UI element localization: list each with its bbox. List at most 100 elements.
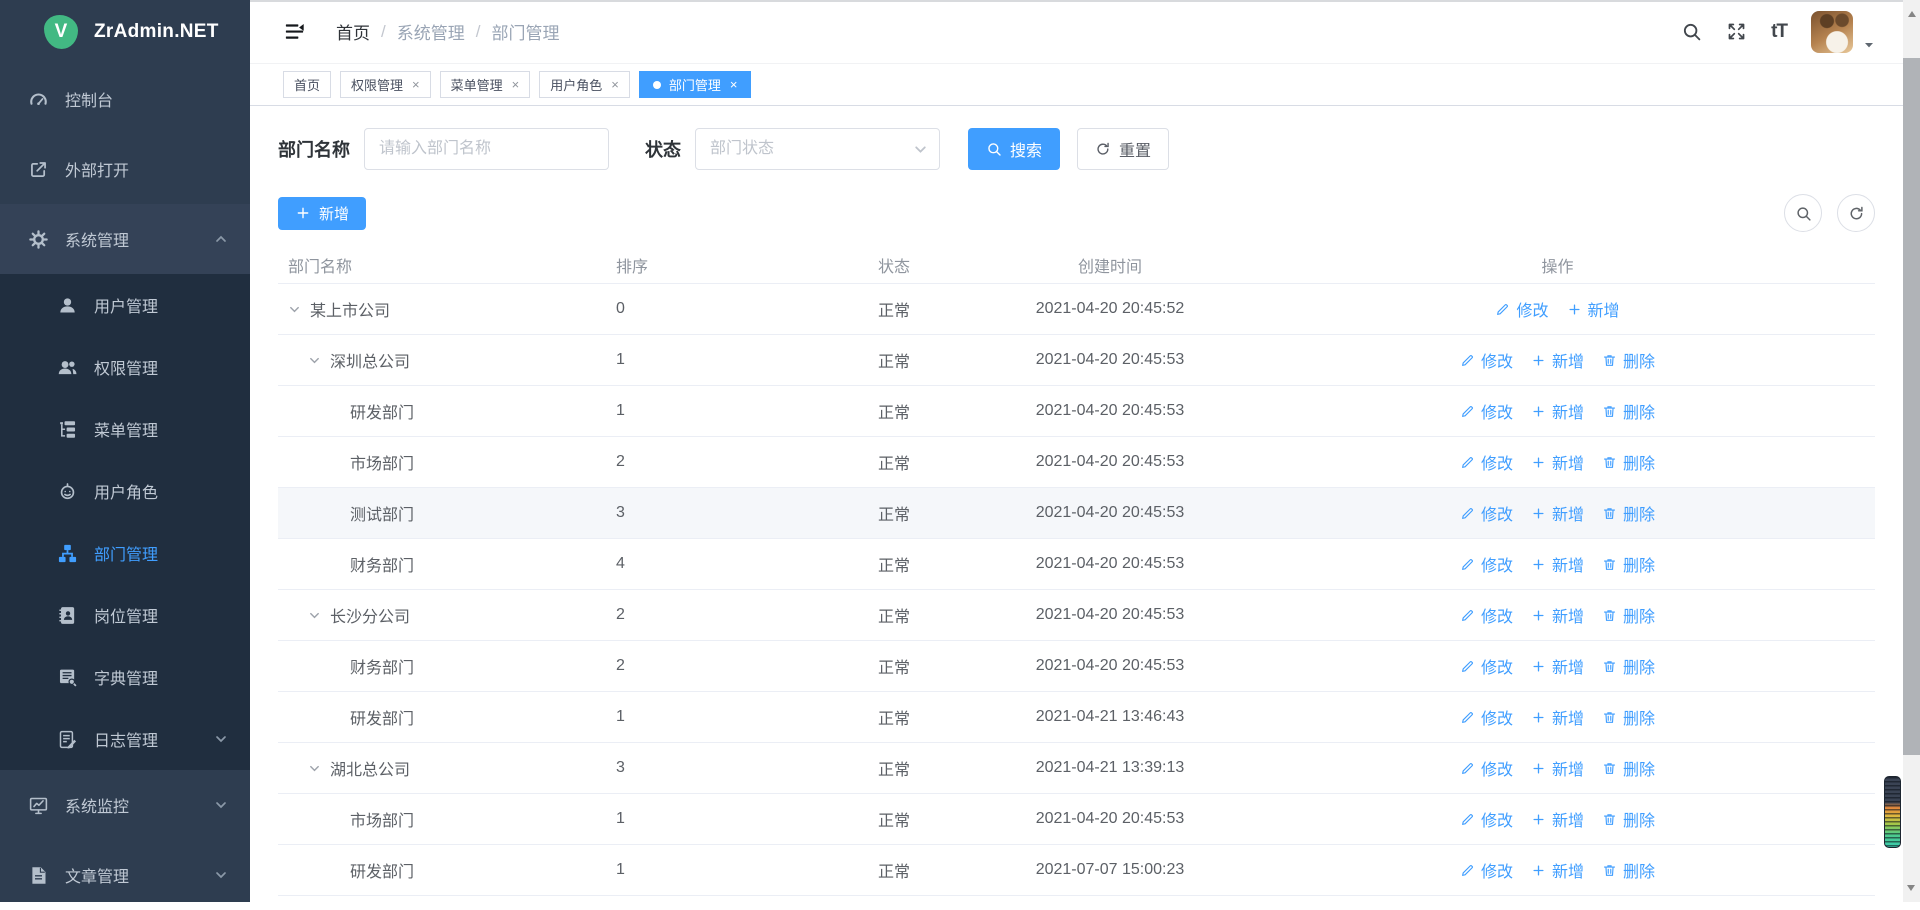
tab-close-icon[interactable]: ×	[730, 78, 738, 91]
add-action-link[interactable]: 新增	[1531, 756, 1584, 780]
sidebar-item-label: 文章管理	[65, 863, 198, 887]
trash-icon	[1602, 761, 1617, 776]
sidebar-item-roles[interactable]: 用户角色	[0, 460, 250, 522]
edit-action-link[interactable]: 修改	[1460, 807, 1513, 831]
tree-expand-arrow-icon[interactable]	[288, 303, 310, 316]
reset-button[interactable]: 重置	[1077, 128, 1169, 170]
sidebar-item-posts[interactable]: 岗位管理	[0, 584, 250, 646]
delete-action-link[interactable]: 删除	[1602, 603, 1655, 627]
fullscreen-icon[interactable]	[1726, 21, 1747, 42]
toggle-search-button[interactable]	[1784, 194, 1822, 232]
edit-icon	[1460, 710, 1475, 725]
sidebar-item-external[interactable]: 外部打开	[0, 134, 250, 204]
vertical-scrollbar[interactable]	[1903, 0, 1920, 902]
brand[interactable]: V ZrAdmin.NET	[0, 0, 250, 64]
delete-action-link[interactable]: 删除	[1602, 858, 1655, 882]
edit-icon	[1460, 608, 1475, 623]
edit-action-link[interactable]: 修改	[1460, 654, 1513, 678]
delete-action-link[interactable]: 删除	[1602, 552, 1655, 576]
breadcrumb-item[interactable]: 系统管理	[397, 19, 465, 44]
sidebar-item-menus[interactable]: 菜单管理	[0, 398, 250, 460]
edit-action-link[interactable]: 修改	[1460, 552, 1513, 576]
edit-action-link[interactable]: 修改	[1460, 348, 1513, 372]
dictionary-icon	[57, 667, 78, 688]
sidebar-item-permissions[interactable]: 权限管理	[0, 336, 250, 398]
edit-action-link[interactable]: 修改	[1460, 501, 1513, 525]
font-size-icon[interactable]: tT	[1771, 21, 1787, 43]
sidebar-item-articles[interactable]: 文章管理	[0, 840, 250, 910]
scrollbar-up-arrow-icon[interactable]	[1908, 7, 1916, 17]
add-action-link[interactable]: 新增	[1531, 399, 1584, 423]
tab-departments[interactable]: 部门管理×	[639, 71, 752, 98]
tree-expand-arrow-icon[interactable]	[308, 354, 330, 367]
tab-close-icon[interactable]: ×	[412, 78, 420, 91]
header-search-icon[interactable]	[1681, 21, 1702, 42]
tab-home[interactable]: 首页	[283, 71, 331, 98]
status-select[interactable]	[695, 128, 940, 170]
edit-action-link[interactable]: 修改	[1495, 297, 1548, 321]
add-action-link[interactable]: 新增	[1531, 603, 1584, 627]
user-avatar[interactable]	[1811, 11, 1853, 53]
tab-close-icon[interactable]: ×	[512, 78, 520, 91]
add-button[interactable]: 新增	[278, 197, 366, 230]
add-action-link[interactable]: 新增	[1567, 297, 1620, 321]
delete-action-link[interactable]: 删除	[1602, 654, 1655, 678]
chevron-up-icon	[214, 232, 228, 246]
tab-menus[interactable]: 菜单管理×	[440, 71, 531, 98]
delete-action-link[interactable]: 删除	[1602, 705, 1655, 729]
action-label: 删除	[1623, 705, 1655, 729]
sidebar-item-departments[interactable]: 部门管理	[0, 522, 250, 584]
delete-action-link[interactable]: 删除	[1602, 756, 1655, 780]
chevron-down-icon	[214, 868, 228, 882]
sidebar-item-dashboard[interactable]: 控制台	[0, 64, 250, 134]
edit-action-link[interactable]: 修改	[1460, 450, 1513, 474]
dept-name: 研发部门	[350, 705, 414, 729]
actions-cell: 修改新增删除	[1240, 654, 1875, 678]
search-button[interactable]: 搜索	[968, 128, 1060, 170]
add-action-link[interactable]: 新增	[1531, 501, 1584, 525]
edit-action-link[interactable]: 修改	[1460, 858, 1513, 882]
delete-action-link[interactable]: 删除	[1602, 399, 1655, 423]
sidebar-item-dictionary[interactable]: 字典管理	[0, 646, 250, 708]
add-action-link[interactable]: 新增	[1531, 705, 1584, 729]
add-action-link[interactable]: 新增	[1531, 858, 1584, 882]
scrollbar-down-arrow-icon[interactable]	[1907, 885, 1915, 895]
action-label: 修改	[1516, 297, 1548, 321]
delete-action-link[interactable]: 删除	[1602, 450, 1655, 474]
avatar-caret-down-icon[interactable]	[1863, 39, 1875, 51]
add-action-link[interactable]: 新增	[1531, 348, 1584, 372]
table-row: 财务部门4正常2021-04-20 20:45:53修改新增删除	[278, 539, 1875, 590]
tab-permissions[interactable]: 权限管理×	[340, 71, 431, 98]
tree-expand-arrow-icon[interactable]	[308, 762, 330, 775]
refresh-table-button[interactable]	[1837, 194, 1875, 232]
action-label: 删除	[1623, 807, 1655, 831]
delete-action-link[interactable]: 删除	[1602, 348, 1655, 372]
tree-expand-arrow-icon[interactable]	[308, 609, 330, 622]
edit-action-link[interactable]: 修改	[1460, 603, 1513, 627]
tab-roles[interactable]: 用户角色×	[539, 71, 630, 98]
status-cell: 正常	[868, 858, 980, 882]
add-action-link[interactable]: 新增	[1531, 807, 1584, 831]
delete-action-link[interactable]: 删除	[1602, 807, 1655, 831]
status-cell: 正常	[868, 756, 980, 780]
sidebar-item-logs[interactable]: 日志管理	[0, 708, 250, 770]
sidebar-item-users[interactable]: 用户管理	[0, 274, 250, 336]
trash-icon	[1602, 404, 1617, 419]
edit-action-link[interactable]: 修改	[1460, 756, 1513, 780]
scrollbar-thumb[interactable]	[1903, 58, 1920, 755]
status-select-input[interactable]	[695, 128, 940, 170]
action-label: 修改	[1481, 858, 1513, 882]
sidebar-item-system[interactable]: 系统管理	[0, 204, 250, 274]
edit-action-link[interactable]: 修改	[1460, 399, 1513, 423]
sidebar-item-monitor[interactable]: 系统监控	[0, 770, 250, 840]
add-action-link[interactable]: 新增	[1531, 654, 1584, 678]
edit-action-link[interactable]: 修改	[1460, 705, 1513, 729]
delete-action-link[interactable]: 删除	[1602, 501, 1655, 525]
dept-name-input[interactable]	[364, 128, 609, 170]
add-action-link[interactable]: 新增	[1531, 552, 1584, 576]
tab-close-icon[interactable]: ×	[611, 78, 619, 91]
breadcrumb-item[interactable]: 首页	[336, 19, 370, 44]
add-action-link[interactable]: 新增	[1531, 450, 1584, 474]
menu-fold-icon[interactable]	[283, 20, 306, 43]
sidebar-item-label: 系统管理	[65, 227, 198, 251]
